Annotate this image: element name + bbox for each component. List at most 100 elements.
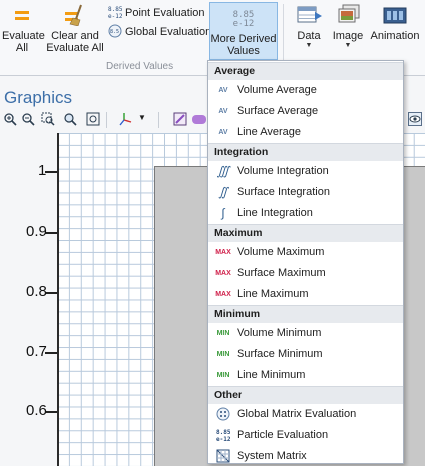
average-icon: AV <box>218 108 228 115</box>
more-derived-values-menu: Average AV Volume Average AV Surface Ave… <box>207 60 404 464</box>
menu-item-line-maximum[interactable]: MAX Line Maximum <box>208 284 403 305</box>
menu-item-label: Volume Integration <box>237 165 329 177</box>
menu-item-label: Global Matrix Evaluation <box>237 408 357 420</box>
y-tick-label: 0.9 <box>26 223 47 240</box>
minimum-icon: MIN <box>216 351 230 358</box>
menu-item-global-matrix-evaluation[interactable]: Global Matrix Evaluation <box>208 404 403 425</box>
menu-item-surface-maximum[interactable]: MAX Surface Maximum <box>208 263 403 284</box>
menu-item-label: Volume Maximum <box>237 246 325 258</box>
menu-item-label: Surface Average <box>237 105 319 117</box>
zoom-out-icon[interactable] <box>21 112 35 126</box>
menu-section-maximum: Maximum <box>208 224 403 242</box>
global-matrix-icon <box>216 407 230 421</box>
average-icon: AV <box>218 129 228 136</box>
global-evaluation-icon: 8.5 <box>108 24 122 38</box>
data-chevron-down-icon: ▼ <box>305 42 313 49</box>
axes-orientation-icon[interactable] <box>118 112 136 126</box>
menu-item-label: Line Maximum <box>237 288 309 300</box>
image-icon <box>338 4 360 23</box>
integral-icon: ∫ <box>221 206 225 220</box>
visibility-eye-icon[interactable] <box>408 112 422 126</box>
system-matrix-icon <box>216 449 230 463</box>
y-tick-mark <box>45 171 57 173</box>
menu-item-label: Line Minimum <box>237 369 306 381</box>
average-icon: AV <box>218 87 228 94</box>
image-button[interactable]: Image ▼ <box>329 4 367 50</box>
menu-item-line-average[interactable]: AV Line Average <box>208 122 403 143</box>
more-derived-label-2: Values <box>227 45 260 57</box>
zoom-box-icon[interactable] <box>41 112 55 126</box>
menu-item-volume-integration[interactable]: ∭ Volume Integration <box>208 161 403 182</box>
menu-item-label: Line Integration <box>237 207 313 219</box>
clear-evaluate-label-2: Evaluate All <box>46 42 104 54</box>
edit-plot-icon[interactable] <box>173 112 187 126</box>
animation-label: Animation <box>370 30 420 42</box>
graphics-panel-title: Graphics <box>4 88 73 107</box>
zoom-in-icon[interactable] <box>3 112 17 126</box>
evaluate-all-label-2: All <box>15 42 29 54</box>
toolbar-separator <box>158 112 159 128</box>
menu-item-line-minimum[interactable]: MIN Line Minimum <box>208 365 403 386</box>
menu-item-label: Volume Minimum <box>237 327 322 339</box>
menu-item-surface-minimum[interactable]: MIN Surface Minimum <box>208 344 403 365</box>
menu-item-surface-integration[interactable]: ∬ Surface Integration <box>208 182 403 203</box>
data-button[interactable]: Data ▼ <box>290 4 328 50</box>
image-chevron-down-icon: ▼ <box>344 42 352 49</box>
data-table-icon <box>297 6 322 23</box>
menu-section-other: Other <box>208 386 403 404</box>
menu-item-label: Surface Integration <box>237 186 330 198</box>
axes-chevron-down-icon[interactable]: ▼ <box>138 113 146 122</box>
menu-item-label: Volume Average <box>237 84 317 96</box>
menu-item-system-matrix[interactable]: System Matrix <box>208 446 403 466</box>
svg-text:8.85: 8.85 <box>108 6 122 13</box>
point-evaluation-icon: 8.85 e-12 <box>108 6 122 19</box>
clear-and-evaluate-all-button[interactable]: Clear and Evaluate All <box>45 4 105 54</box>
menu-section-integration: Integration <box>208 143 403 161</box>
particle-evaluation-icon: 8.85 e-12 <box>216 429 230 442</box>
triple-integral-icon: ∭ <box>216 164 230 178</box>
menu-item-label: Line Average <box>237 126 302 138</box>
svg-text:8.85: 8.85 <box>216 429 230 436</box>
color-toggle-icon[interactable] <box>192 115 206 124</box>
point-evaluation-button[interactable]: 8.85 e-12 Point Evaluation <box>108 5 205 20</box>
evaluate-all-icon <box>15 11 29 20</box>
global-evaluation-button[interactable]: 8.5 Global Evaluation <box>108 24 211 39</box>
menu-item-volume-average[interactable]: AV Volume Average <box>208 80 403 101</box>
menu-section-minimum: Minimum <box>208 305 403 323</box>
y-tick-label: 0.6 <box>26 402 47 419</box>
menu-item-particle-evaluation[interactable]: 8.85 e-12 Particle Evaluation <box>208 425 403 446</box>
y-tick-label: 0.8 <box>26 283 47 300</box>
menu-item-line-integration[interactable]: ∫ Line Integration <box>208 203 403 224</box>
menu-item-surface-average[interactable]: AV Surface Average <box>208 101 403 122</box>
menu-item-volume-minimum[interactable]: MIN Volume Minimum <box>208 323 403 344</box>
svg-text:8.5: 8.5 <box>110 29 119 35</box>
menu-item-volume-maximum[interactable]: MAX Volume Maximum <box>208 242 403 263</box>
zoom-extents-icon[interactable] <box>86 112 100 126</box>
toolbar-separator <box>106 112 107 128</box>
double-integral-icon: ∬ <box>218 185 228 199</box>
y-tick-label: 0.7 <box>26 343 47 360</box>
evaluate-all-label-1: Evaluate <box>2 30 45 42</box>
menu-item-label: Surface Maximum <box>237 267 326 279</box>
data-label: Data <box>297 30 321 42</box>
global-evaluation-label: Global Evaluation <box>125 26 212 38</box>
maximum-icon: MAX <box>215 249 231 256</box>
more-derived-label-1: More Derived <box>210 33 277 45</box>
derived-values-group-label: Derived Values <box>106 61 174 72</box>
evaluate-all-button[interactable]: Evaluate All <box>2 4 45 54</box>
point-evaluation-label: Point Evaluation <box>125 7 205 19</box>
minimum-icon: MIN <box>216 330 230 337</box>
menu-section-average: Average <box>208 62 403 80</box>
zoom-selected-icon[interactable] <box>63 112 77 126</box>
more-derived-values-button[interactable]: 8.85 e-12 More Derived Values <box>209 2 278 60</box>
y-tick-label: 1 <box>38 162 47 179</box>
menu-item-label: System Matrix <box>237 450 307 462</box>
animation-button[interactable]: Animation <box>367 4 423 42</box>
svg-text:e-12: e-12 <box>108 13 122 19</box>
plot-axis-line <box>57 133 59 466</box>
maximum-icon: MAX <box>215 291 231 298</box>
more-derived-number-2: e-12 <box>232 19 255 29</box>
maximum-icon: MAX <box>215 270 231 277</box>
broom-equals-icon <box>65 4 82 26</box>
menu-item-label: Particle Evaluation <box>237 429 329 441</box>
